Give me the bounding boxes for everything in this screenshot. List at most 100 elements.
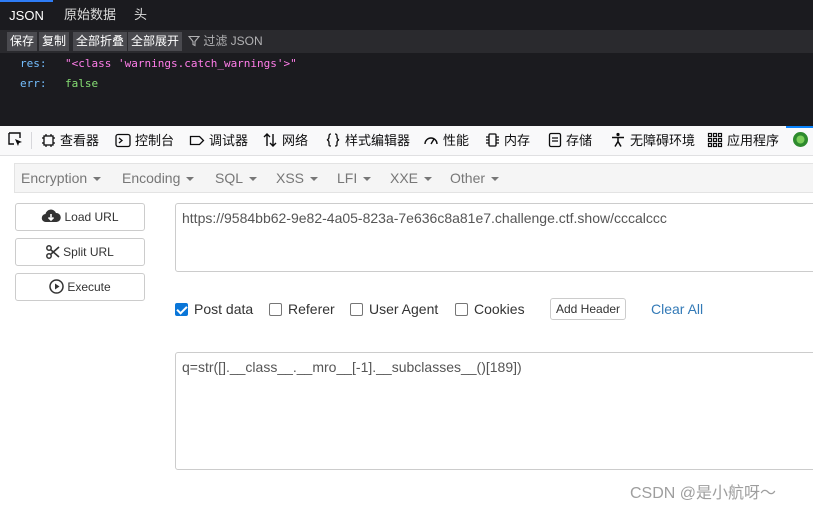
menu-label: XSS — [276, 170, 305, 186]
memory-icon — [486, 133, 499, 147]
tab-style-editor[interactable]: 样式编辑器 — [325, 126, 410, 155]
tab-application[interactable]: 应用程序 — [707, 126, 779, 155]
filter-placeholder: 过滤 JSON — [203, 34, 263, 48]
tab-label: 控制台 — [135, 133, 175, 148]
inspector-icon — [42, 134, 55, 147]
option-label: Cookies — [474, 301, 525, 317]
devtools-toolbar: 查看器 控制台 调试器 网络 样式编辑器 性能 内存 存储 无障碍环境 应用程序 — [0, 126, 813, 156]
element-picker-button[interactable] — [7, 126, 28, 155]
menu-lfi[interactable]: LFI — [337, 164, 372, 192]
menu-xss[interactable]: XSS — [276, 164, 319, 192]
tab-label: 内存 — [504, 133, 531, 148]
json-value-string: "<class 'warnings.catch_warnings'>" — [65, 57, 297, 70]
application-icon — [707, 132, 723, 148]
tab-accessibility[interactable]: 无障碍环境 — [610, 126, 695, 155]
menu-encoding[interactable]: Encoding — [122, 164, 195, 192]
console-icon — [115, 133, 131, 148]
tab-performance[interactable]: 性能 — [423, 126, 469, 155]
tab-hackbar[interactable] — [792, 126, 813, 155]
hackbar-menu: Encryption Encoding SQL XSS LFI XXE Othe… — [14, 163, 813, 193]
tab-label: 存储 — [566, 133, 593, 148]
execute-button[interactable]: Execute — [15, 273, 145, 301]
play-circle-icon — [49, 279, 65, 294]
watermark: CSDN @是小航呀～ — [630, 485, 777, 502]
viewer-toolbar: 保存 复制 全部折叠 全部展开 过滤 JSON — [0, 30, 813, 53]
filter-json-input[interactable]: 过滤 JSON — [187, 32, 263, 51]
menu-label: LFI — [337, 170, 358, 186]
tab-console[interactable]: 控制台 — [115, 126, 174, 155]
caret-down-icon — [363, 177, 372, 182]
menu-other[interactable]: Other — [450, 164, 500, 192]
menu-xxe[interactable]: XXE — [390, 164, 433, 192]
json-value-boolean: false — [65, 77, 99, 90]
save-button[interactable]: 保存 — [7, 32, 38, 51]
performance-icon — [424, 137, 438, 145]
storage-icon — [548, 132, 562, 148]
menu-label: SQL — [215, 170, 244, 186]
expand-all-button[interactable]: 全部展开 — [128, 32, 183, 51]
tab-label: 无障碍环境 — [630, 133, 696, 148]
tab-memory[interactable]: 内存 — [485, 126, 530, 155]
debugger-icon — [189, 135, 205, 146]
tab-label: 样式编辑器 — [345, 133, 411, 148]
option-label: Referer — [288, 301, 335, 317]
tab-label: 网络 — [282, 133, 309, 148]
checkbox-unchecked[interactable] — [455, 303, 468, 316]
tab-label: 查看器 — [60, 133, 100, 148]
split-url-button[interactable]: Split URL — [15, 238, 145, 266]
menu-encryption[interactable]: Encryption — [21, 164, 102, 192]
tab-network[interactable]: 网络 — [262, 126, 308, 155]
tab-raw-data[interactable]: 原始数据 — [64, 0, 116, 30]
button-label: Load URL — [64, 210, 119, 224]
hackbar-icon — [793, 132, 808, 147]
copy-button[interactable]: 复制 — [39, 32, 70, 51]
clear-all-link[interactable]: Clear All — [651, 296, 703, 322]
menu-label: Other — [450, 170, 486, 186]
user-agent-checkbox[interactable]: User Agent — [350, 296, 438, 322]
tab-debugger[interactable]: 调试器 — [189, 126, 248, 155]
add-header-button[interactable]: Add Header — [550, 298, 627, 320]
checkbox-unchecked[interactable] — [269, 303, 282, 316]
url-input[interactable]: https://9584bb62-9e82-4a05-823a-7e636c8a… — [175, 203, 813, 272]
tab-label: 应用程序 — [727, 133, 780, 148]
button-label: Split URL — [63, 245, 114, 259]
checkbox-checked[interactable] — [175, 303, 188, 316]
button-label: Execute — [67, 280, 111, 294]
tab-json[interactable]: JSON — [0, 0, 53, 30]
option-label: User Agent — [369, 301, 439, 317]
caret-down-icon — [93, 177, 102, 182]
caret-down-icon — [310, 177, 319, 182]
menu-label: Encryption — [21, 170, 88, 186]
style-editor-icon — [326, 133, 340, 147]
network-icon — [263, 133, 277, 147]
caret-down-icon — [491, 177, 500, 182]
tab-label: 调试器 — [209, 133, 249, 148]
devtools-separator — [31, 132, 32, 149]
tab-label: 性能 — [443, 133, 470, 148]
caret-down-icon — [249, 177, 258, 182]
accessibility-icon — [612, 132, 624, 147]
tab-headers[interactable]: 头 — [134, 0, 147, 30]
caret-down-icon — [424, 177, 433, 182]
tab-storage[interactable]: 存储 — [548, 126, 592, 155]
checkbox-unchecked[interactable] — [350, 303, 363, 316]
tab-inspector[interactable]: 查看器 — [41, 126, 99, 155]
request-options: Post data Referer User Agent Cookies Add… — [175, 296, 775, 322]
referer-checkbox[interactable]: Referer — [269, 296, 335, 322]
load-url-button[interactable]: Load URL — [15, 203, 145, 231]
viewer-tab-bar: JSON 原始数据 头 — [0, 0, 813, 30]
caret-down-icon — [186, 177, 195, 182]
collapse-all-button[interactable]: 全部折叠 — [73, 32, 128, 51]
cloud-download-icon — [42, 209, 62, 223]
json-key: err: — [20, 77, 47, 90]
element-picker-icon — [8, 132, 22, 146]
post-data-input[interactable]: q=str([].__class__.__mro__[-1].__subclas… — [175, 352, 813, 470]
menu-sql[interactable]: SQL — [215, 164, 258, 192]
json-key: res: — [20, 57, 47, 70]
filter-icon — [187, 35, 201, 47]
json-viewer-panel: JSON 原始数据 头 保存 复制 全部折叠 全部展开 过滤 JSON res:… — [0, 0, 813, 126]
cookies-checkbox[interactable]: Cookies — [455, 296, 525, 322]
scissors-icon — [46, 245, 60, 259]
menu-label: Encoding — [122, 170, 181, 186]
post-data-checkbox[interactable]: Post data — [175, 296, 253, 322]
